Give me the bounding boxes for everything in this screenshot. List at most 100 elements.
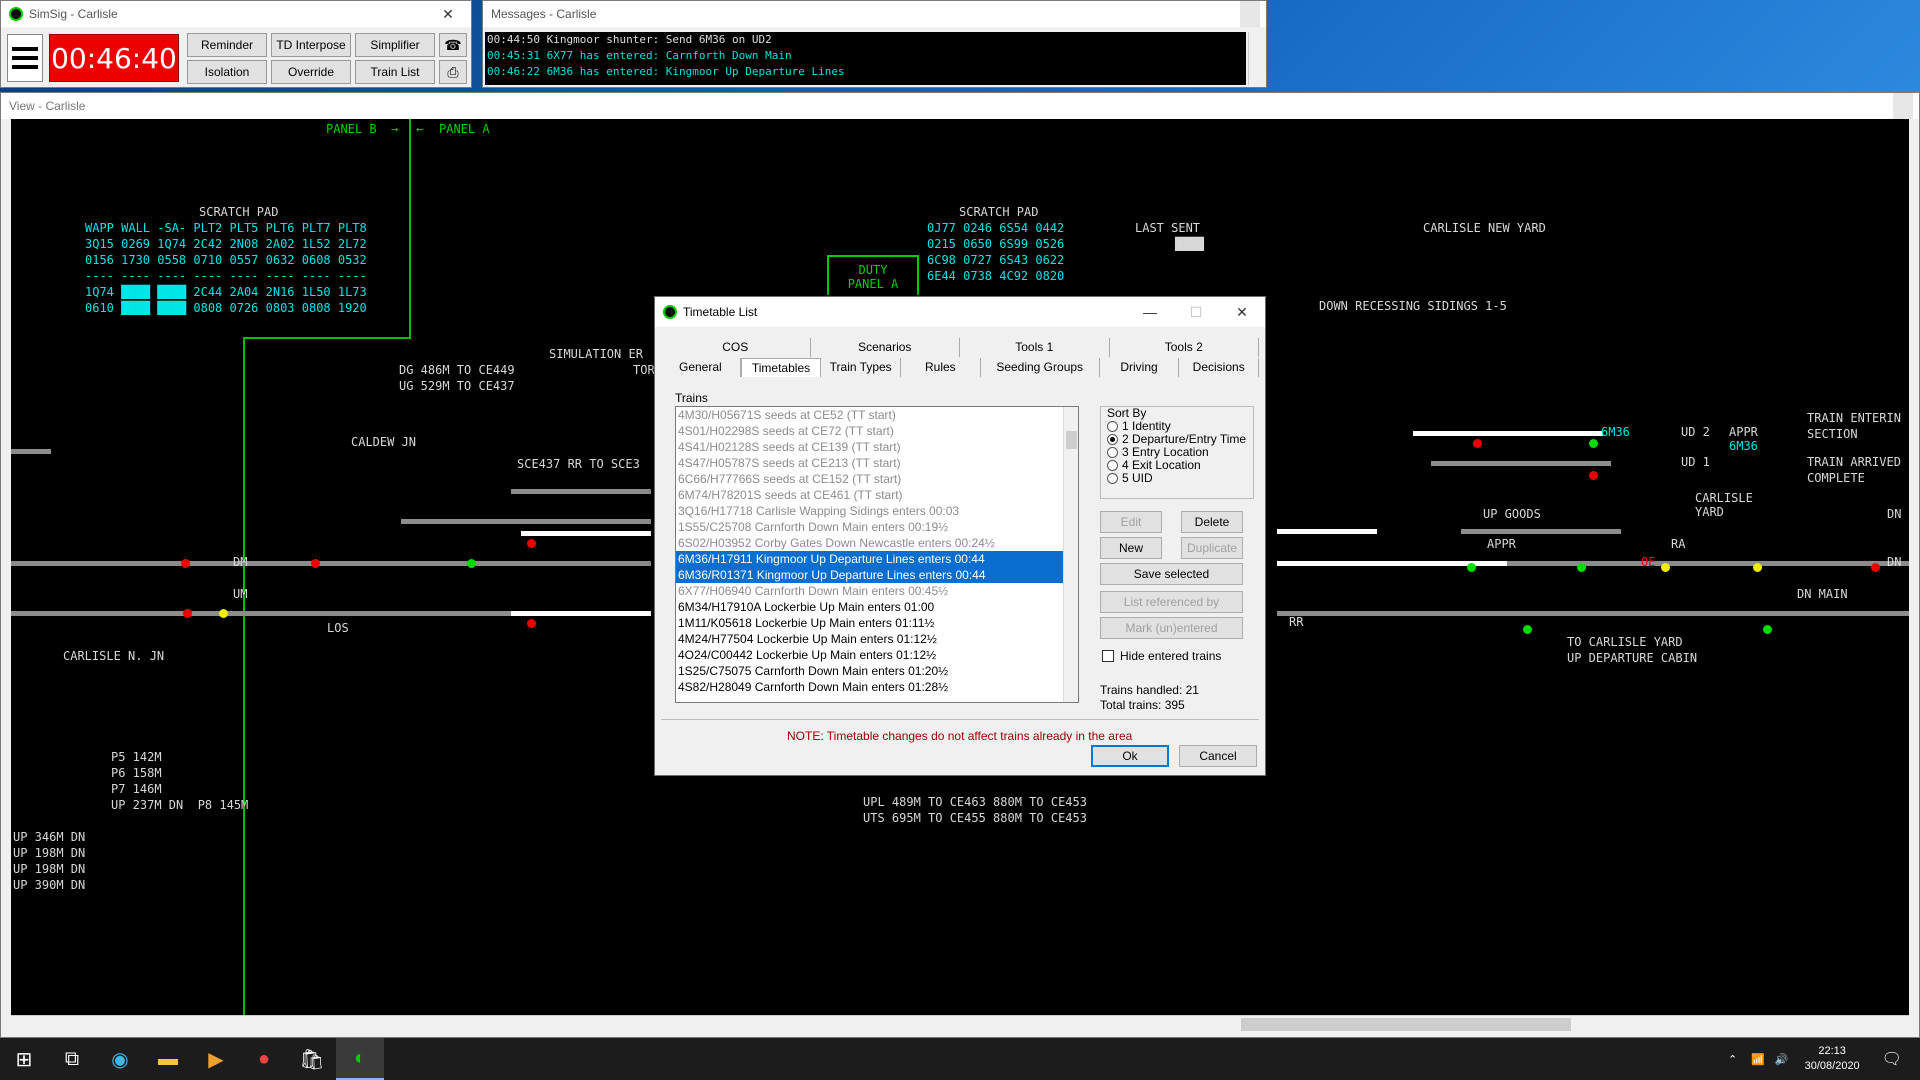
train-list-item[interactable]: 4M30/H05671S seeds at CE52 (TT start) — [676, 407, 1064, 423]
train-list-item[interactable]: 6X77/H06940 Carnforth Down Main enters 0… — [676, 583, 1064, 599]
delete-button[interactable]: Delete — [1181, 511, 1243, 533]
train-list-item[interactable]: 6M74/H78201S seeds at CE461 (TT start) — [676, 487, 1064, 503]
start-icon[interactable]: ⊞ — [0, 1038, 48, 1080]
minimize-icon[interactable] — [1240, 1, 1260, 27]
close-icon[interactable]: ✕ — [1219, 299, 1265, 325]
signal-red[interactable] — [527, 619, 536, 628]
train-list-item[interactable]: 6S02/H03952 Corby Gates Down Newcastle e… — [676, 535, 1064, 551]
signal-red[interactable] — [183, 609, 192, 618]
scroll-thumb[interactable] — [1241, 1018, 1571, 1031]
signal-red[interactable] — [311, 559, 320, 568]
sort-option-radio[interactable]: 5 UID — [1107, 471, 1153, 485]
signal-yellow[interactable] — [219, 609, 228, 618]
radio-icon[interactable] — [1107, 420, 1118, 432]
printer-icon[interactable]: ⎙ — [439, 60, 467, 84]
simsig-taskbar-icon[interactable]: ◐ — [336, 1038, 384, 1080]
tab-timetables[interactable]: Timetables — [740, 358, 822, 377]
simsig-titlebar[interactable]: SimSig - Carlisle ✕ — [1, 1, 471, 27]
edit-button[interactable]: Edit — [1100, 511, 1162, 533]
signal-red[interactable] — [1871, 563, 1880, 572]
signal-yellow[interactable] — [1753, 563, 1762, 572]
train-list-item[interactable]: 4O24/C00442 Lockerbie Up Main enters 01:… — [676, 647, 1064, 663]
sort-option-radio[interactable]: 3 Entry Location — [1107, 445, 1209, 459]
hide-entered-checkbox[interactable] — [1102, 650, 1114, 662]
tab-cos[interactable]: COS — [661, 338, 811, 357]
telephone-icon[interactable]: ☎ — [439, 33, 467, 57]
signal-green[interactable] — [1577, 563, 1586, 572]
cancel-button[interactable]: Cancel — [1179, 745, 1257, 767]
tab-tools-2[interactable]: Tools 2 — [1110, 338, 1259, 357]
train-list-item[interactable]: 4S01/H02298S seeds at CE72 (TT start) — [676, 423, 1064, 439]
main-menu-button[interactable] — [7, 34, 43, 82]
train-list-item[interactable]: 4S82/H28049 Carnforth Down Main enters 0… — [676, 679, 1064, 695]
train-list-item[interactable]: 6M36/H17911 Kingmoor Up Departure Lines … — [676, 551, 1064, 567]
signal-green[interactable] — [1467, 563, 1476, 572]
tab-general[interactable]: General — [661, 358, 741, 377]
messages-titlebar[interactable]: Messages - Carlisle — [483, 1, 1266, 27]
signal-red[interactable] — [181, 559, 190, 568]
train-list-item[interactable]: 4S41/H02128S seeds at CE139 (TT start) — [676, 439, 1064, 455]
scroll-thumb[interactable] — [1066, 431, 1077, 449]
radio-icon[interactable] — [1107, 459, 1118, 471]
train-list-item[interactable]: 1S25/C75075 Carnforth Down Main enters 0… — [676, 663, 1064, 679]
hide-entered-checkbox-row[interactable]: Hide entered trains — [1102, 649, 1221, 663]
td-interpose-button[interactable]: TD Interpose — [271, 33, 351, 57]
task-view-icon[interactable]: ⧉ — [48, 1038, 96, 1080]
network-icon[interactable]: 📶 — [1751, 1053, 1765, 1066]
train-list-item[interactable]: 4S47/H05787S seeds at CE213 (TT start) — [676, 455, 1064, 471]
signal-green[interactable] — [467, 559, 476, 568]
tab-driving[interactable]: Driving — [1100, 358, 1180, 377]
duplicate-button[interactable]: Duplicate — [1181, 537, 1243, 559]
ok-button[interactable]: Ok — [1091, 745, 1169, 767]
view-horizontal-scrollbar[interactable] — [11, 1015, 1909, 1033]
signal-green[interactable] — [1763, 625, 1772, 634]
train-berth[interactable]: 6M36 — [1729, 439, 1758, 453]
chevron-up-icon[interactable]: ⌃ — [1728, 1053, 1737, 1066]
trains-scrollbar[interactable] — [1063, 407, 1078, 702]
override-button[interactable]: Override — [271, 60, 351, 84]
radio-icon[interactable] — [1107, 433, 1118, 445]
train-list-item[interactable]: 1M11/K05618 Lockerbie Up Main enters 01:… — [676, 615, 1064, 631]
list-referenced-button[interactable]: List referenced by — [1100, 591, 1243, 613]
duty-panel-box[interactable]: DUTY PANEL A — [827, 255, 919, 295]
signal-red[interactable] — [1473, 439, 1482, 448]
notifications-icon[interactable]: 🗨 — [1882, 1049, 1902, 1069]
timetable-titlebar[interactable]: Timetable List — ☐ ✕ — [655, 297, 1265, 327]
maximize-icon[interactable]: ☐ — [1173, 299, 1219, 325]
trains-listbox[interactable]: 4M30/H05671S seeds at CE52 (TT start) 4S0… — [675, 406, 1079, 703]
tab-scenarios[interactable]: Scenarios — [811, 338, 960, 357]
tab-seeding-groups[interactable]: Seeding Groups — [981, 358, 1100, 377]
view-titlebar[interactable]: View - Carlisle — [1, 93, 1919, 119]
signal-red[interactable] — [1589, 471, 1598, 480]
sort-option-radio[interactable]: 4 Exit Location — [1107, 458, 1201, 472]
train-berth[interactable]: 6M36 — [1601, 425, 1630, 439]
store-icon[interactable]: 🛍 — [288, 1038, 336, 1080]
reminder-button[interactable]: Reminder — [187, 33, 267, 57]
radio-icon[interactable] — [1107, 446, 1118, 458]
train-list-item[interactable]: 6M36/R01371 Kingmoor Up Departure Lines … — [676, 567, 1064, 583]
close-icon[interactable]: ✕ — [425, 1, 471, 27]
tab-rules[interactable]: Rules — [901, 358, 981, 377]
tab-train-types[interactable]: Train Types — [821, 358, 902, 377]
signal-red[interactable] — [527, 539, 536, 548]
sort-option-radio[interactable]: 2 Departure/Entry Time — [1107, 432, 1246, 446]
simplifier-button[interactable]: Simplifier — [355, 33, 435, 57]
sort-option-radio[interactable]: 1 Identity — [1107, 419, 1171, 433]
media-player-icon[interactable]: ▶ — [192, 1038, 240, 1080]
signal-green[interactable] — [1523, 625, 1532, 634]
train-list-item[interactable]: 3Q16/H17718 Carlisle Wapping Sidings ent… — [676, 503, 1064, 519]
file-explorer-icon[interactable]: ▬ — [144, 1038, 192, 1080]
train-list-item[interactable]: 6M34/H17910A Lockerbie Up Main enters 01… — [676, 599, 1064, 615]
signal-green[interactable] — [1589, 439, 1598, 448]
messages-scrollbar[interactable] — [1248, 32, 1264, 85]
chrome-icon[interactable]: ● — [240, 1038, 288, 1080]
new-button[interactable]: New — [1100, 537, 1162, 559]
isolation-button[interactable]: Isolation — [187, 60, 267, 84]
tab-decisions[interactable]: Decisions — [1179, 358, 1260, 377]
train-list-item[interactable]: 6C66/H77766S seeds at CE152 (TT start) — [676, 471, 1064, 487]
train-list-item[interactable]: 1S55/C25708 Carnforth Down Main enters 0… — [676, 519, 1064, 535]
tab-tools-1[interactable]: Tools 1 — [960, 338, 1110, 357]
edge-icon[interactable]: ◉ — [96, 1038, 144, 1080]
train-list-item[interactable]: 4M24/H77504 Lockerbie Up Main enters 01:… — [676, 631, 1064, 647]
volume-icon[interactable]: 🔊 — [1775, 1053, 1789, 1066]
